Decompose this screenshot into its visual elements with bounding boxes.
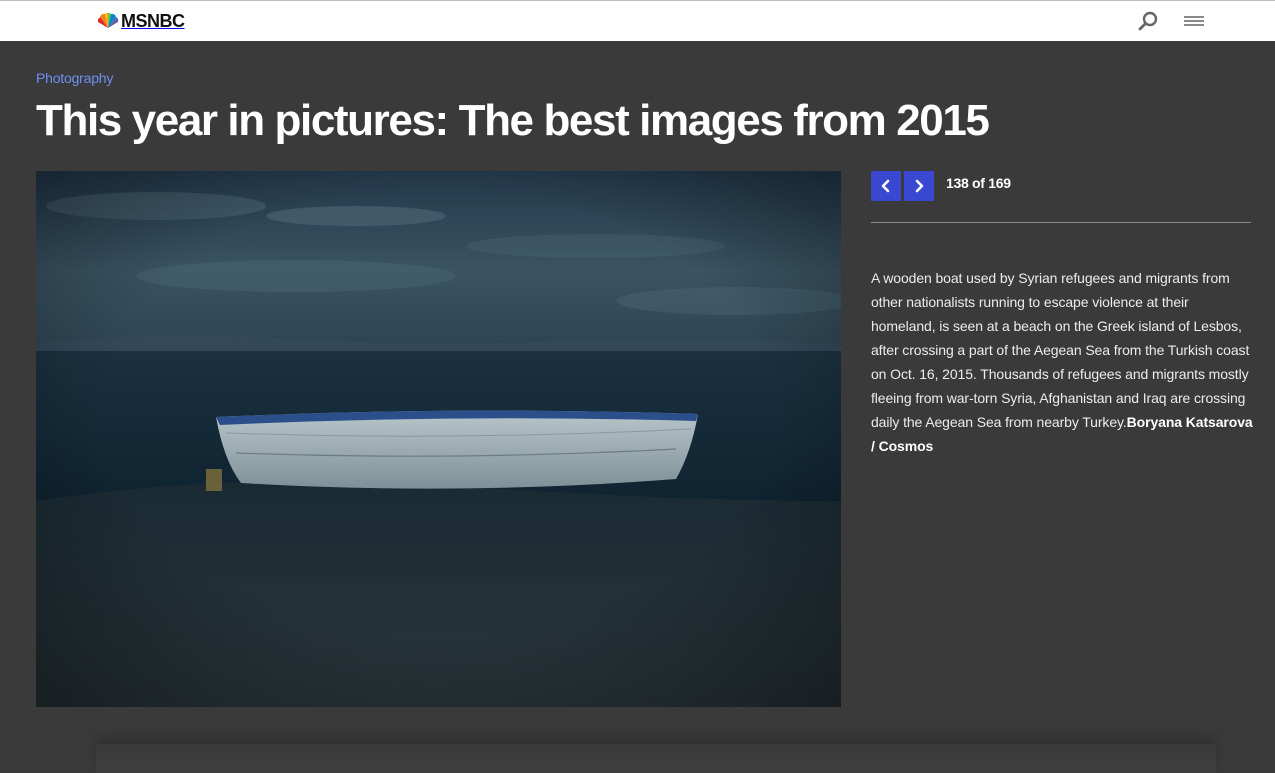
- logo-text: MSNBC: [121, 10, 185, 31]
- msnbc-logo[interactable]: MSNBC: [96, 11, 185, 31]
- hamburger-menu-icon-bar: [1184, 16, 1204, 18]
- divider: [871, 222, 1251, 223]
- section-link-photography[interactable]: Photography: [36, 70, 113, 86]
- slide-counter: 138 of 169: [946, 175, 1011, 191]
- nbc-peacock-icon: [97, 13, 119, 28]
- boat-on-beach-photo: [36, 171, 841, 707]
- previous-image-button[interactable]: [871, 171, 901, 201]
- chevron-left-icon: [881, 179, 890, 193]
- hamburger-menu-icon-bar: [1184, 20, 1204, 22]
- page-title: This year in pictures: The best images f…: [36, 96, 990, 145]
- search-icon: [1138, 11, 1158, 31]
- search-button[interactable]: [1137, 10, 1159, 32]
- next-image-button[interactable]: [904, 171, 934, 201]
- below-fold-content: [96, 744, 1216, 773]
- gallery-photo[interactable]: [36, 171, 841, 707]
- hamburger-menu-icon-bar: [1184, 24, 1204, 26]
- caption-text: A wooden boat used by Syrian refugees an…: [871, 270, 1250, 430]
- chevron-right-icon: [915, 179, 924, 193]
- hamburger-menu-button[interactable]: [1182, 14, 1206, 30]
- photo-caption: A wooden boat used by Syrian refugees an…: [871, 266, 1253, 458]
- top-navigation-bar: MSNBC: [0, 0, 1275, 41]
